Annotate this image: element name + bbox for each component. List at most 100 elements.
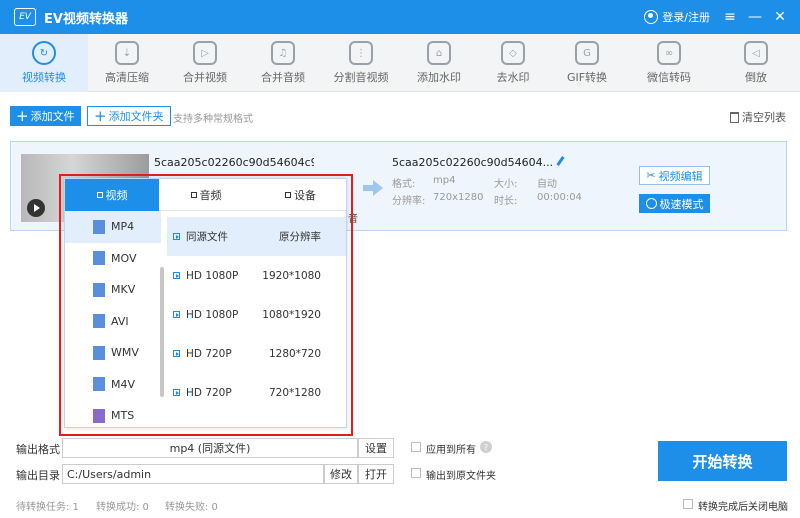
format-label: MKV (111, 283, 136, 297)
mp4-file-icon (93, 219, 105, 234)
reverse-icon: ◁ (744, 41, 768, 65)
remove-watermark-icon: ◇ (501, 41, 525, 65)
format-item-wmv[interactable]: WMV (65, 337, 161, 369)
preset-item[interactable]: HD 1080P 1080*1920 (167, 295, 346, 334)
tool-label: 合并视频 (183, 71, 227, 84)
tool-label: GIF转换 (566, 71, 608, 84)
tab-device-label: 设备 (294, 189, 316, 202)
tool-split[interactable]: ⋮ 分割音视频 (322, 34, 400, 92)
output-file-name-text: 5caa205c02260c90d54604... (392, 156, 554, 169)
title-bar: EV EV视频转换器 登录/注册 ≡ — ✕ (0, 0, 800, 34)
video-edit-button[interactable]: ✂ 视频编辑 (639, 166, 710, 185)
tab-audio-label: 音频 (199, 189, 222, 202)
format-value: mp4 (433, 175, 456, 186)
play-icon[interactable] (27, 199, 45, 217)
apply-all-checkbox[interactable] (411, 442, 421, 452)
output-dir-field[interactable]: C:/Users/admin (62, 464, 324, 484)
output-src-folder-checkbox[interactable] (411, 468, 421, 478)
tab-audio[interactable]: 音频 (159, 179, 253, 211)
add-folder-label: 添加文件夹 (108, 110, 164, 123)
tool-gif[interactable]: G GIF转换 (548, 34, 626, 92)
video-edit-label: 视频编辑 (658, 169, 703, 183)
preset-name: HD 720P (186, 386, 232, 399)
wmv-file-icon (93, 345, 105, 360)
tool-merge-audio[interactable]: ♫ 合并音频 (244, 34, 322, 92)
preset-item[interactable]: 同源文件 原分辨率 (167, 217, 346, 256)
tool-label: 添加水印 (417, 71, 461, 84)
format-label: M4V (111, 377, 136, 391)
shutdown-checkbox[interactable] (683, 499, 693, 509)
modify-button[interactable]: 修改 (324, 464, 358, 484)
format-label: WMV (111, 346, 139, 360)
mkv-file-icon (93, 282, 105, 297)
close-icon[interactable]: ✕ (771, 8, 789, 26)
tool-watermark[interactable]: ⌂ 添加水印 (400, 34, 478, 92)
size-label: 大小: (494, 179, 518, 190)
preset-play-icon (173, 350, 180, 357)
tool-reverse[interactable]: ◁ 倒放 (712, 34, 800, 92)
tool-label: 倒放 (745, 71, 767, 84)
tool-compress[interactable]: ⇣ 高清压缩 (88, 34, 166, 92)
clear-list-button[interactable]: 清空列表 (730, 109, 786, 125)
tab-device[interactable]: 设备 (253, 179, 346, 211)
menu-icon[interactable]: ≡ (721, 8, 739, 26)
merge-video-icon: ▷ (193, 41, 217, 65)
format-list-scrollbar[interactable] (160, 267, 164, 397)
add-file-label: 添加文件 (30, 110, 75, 123)
resolution-value: 720x1280 (433, 192, 484, 203)
speed-icon (645, 198, 657, 209)
tool-video-convert[interactable]: ↻ 视频转换 (0, 34, 88, 92)
preset-item[interactable]: HD 720P 720*1280 (167, 373, 346, 412)
tool-label: 高清压缩 (105, 71, 149, 84)
tool-merge-video[interactable]: ▷ 合并视频 (166, 34, 244, 92)
mts-file-icon (93, 408, 105, 423)
tool-label: 微信转码 (647, 71, 691, 84)
settings-button[interactable]: 设置 (358, 438, 394, 458)
format-item-avi[interactable]: AVI (65, 306, 161, 338)
preset-item[interactable]: HD 1080P 1920*1080 (167, 256, 346, 295)
format-item-m4v[interactable]: M4V (65, 369, 161, 401)
format-item-mts[interactable]: MTS (65, 400, 161, 427)
format-label: AVI (111, 314, 129, 328)
arrow-right-icon (363, 180, 383, 196)
minimize-icon[interactable]: — (746, 8, 764, 26)
format-hint: 支持多种常规格式 (173, 114, 253, 125)
open-button[interactable]: 打开 (358, 464, 394, 484)
preset-resolution: 1920*1080 (262, 269, 321, 282)
start-convert-button[interactable]: 开始转换 (658, 441, 787, 481)
output-file-name: 5caa205c02260c90d54604... (392, 156, 565, 169)
mov-file-icon (93, 251, 105, 266)
tool-wechat[interactable]: ∞ 微信转码 (626, 34, 712, 92)
tab-video-label: 视频 (105, 189, 128, 202)
format-label: MOV (111, 251, 137, 265)
add-file-button[interactable]: + 添加文件 (10, 106, 81, 126)
tool-remove-watermark[interactable]: ◇ 去水印 (478, 34, 548, 92)
merge-audio-icon: ♫ (271, 41, 295, 65)
preset-name: HD 720P (186, 347, 232, 360)
clear-list-label: 清空列表 (742, 111, 786, 124)
tool-label: 视频转换 (22, 71, 66, 84)
add-folder-button[interactable]: + 添加文件夹 (87, 106, 171, 126)
preset-play-icon (173, 389, 180, 396)
format-item-mp4[interactable]: MP4 (65, 211, 161, 243)
preset-resolution: 1080*1920 (262, 308, 321, 321)
format-item-mkv[interactable]: MKV (65, 274, 161, 306)
tool-label: 去水印 (496, 71, 530, 84)
login-link[interactable]: 登录/注册 (644, 9, 710, 25)
format-item-mov[interactable]: MOV (65, 243, 161, 275)
preset-resolution: 720*1280 (268, 386, 321, 399)
plus-icon: + (16, 106, 29, 125)
apply-all-label: 应用到所有 (426, 445, 476, 456)
user-icon (644, 10, 659, 24)
preset-item[interactable]: HD 720P 1280*720 (167, 334, 346, 373)
output-format-field[interactable]: mp4 (同源文件) (62, 438, 358, 458)
tab-video[interactable]: 视频 (65, 179, 159, 211)
output-format-label: 输出格式 (16, 443, 60, 456)
output-src-folder-label: 输出到原文件夹 (426, 471, 496, 482)
watermark-icon: ⌂ (427, 41, 451, 65)
resolution-label: 分辨率: (392, 196, 426, 207)
fast-mode-button[interactable]: 极速模式 (639, 194, 710, 213)
help-icon[interactable]: ? (480, 441, 492, 453)
pencil-icon[interactable] (556, 156, 565, 166)
avi-file-icon (93, 314, 105, 329)
